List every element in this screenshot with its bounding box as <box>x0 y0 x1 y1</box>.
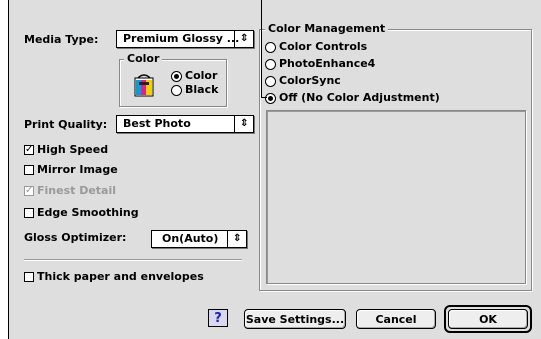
print-quality-popup[interactable]: Best Photo ⇕ <box>116 115 254 133</box>
color-controls-label: Color Controls <box>279 40 368 53</box>
save-settings-button[interactable]: Save Settings... <box>244 309 346 329</box>
finest-detail-checkbox[interactable]: ✓ <box>24 186 34 196</box>
ok-label: OK <box>479 312 497 326</box>
cancel-label: Cancel <box>375 312 417 326</box>
gloss-optimizer-value: On(Auto) <box>162 232 219 245</box>
mirror-image-checkbox[interactable] <box>24 165 34 175</box>
cancel-button[interactable]: Cancel <box>356 309 436 329</box>
edge-smoothing-checkbox[interactable] <box>24 208 34 218</box>
black-radio[interactable] <box>171 85 182 96</box>
edge-smoothing-label: Edge Smoothing <box>37 206 139 219</box>
thick-paper-label: Thick paper and envelopes <box>37 270 204 283</box>
high-speed-checkbox[interactable]: ✓ <box>24 145 34 155</box>
help-button[interactable]: ? <box>208 309 228 327</box>
thick-paper-checkbox[interactable] <box>24 272 34 282</box>
save-settings-label: Save Settings... <box>245 312 345 326</box>
media-type-value: Premium Glossy ... <box>123 32 240 45</box>
high-speed-label: High Speed <box>37 143 109 156</box>
callout-line-tick <box>261 97 267 98</box>
colorsync-radio[interactable] <box>265 76 276 87</box>
finest-detail-label: Finest Detail <box>37 184 117 197</box>
print-quality-value: Best Photo <box>123 117 191 130</box>
print-quality-label: Print Quality: <box>24 118 108 131</box>
updown-arrows-icon: ⇕ <box>227 231 246 247</box>
print-options-dialog: Media Type: Premium Glossy ... ⇕ Color C… <box>8 0 541 339</box>
ok-button[interactable]: OK <box>448 309 528 329</box>
no-color-adjustment-radio[interactable] <box>265 93 276 104</box>
colorsync-label: ColorSync <box>279 74 341 87</box>
gloss-optimizer-label: Gloss Optimizer: <box>24 231 127 244</box>
gloss-optimizer-popup[interactable]: On(Auto) ⇕ <box>151 230 247 248</box>
no-color-adjustment-label: Off (No Color Adjustment) <box>279 91 440 104</box>
separator <box>24 259 242 261</box>
question-mark-icon: ? <box>214 310 222 326</box>
mirror-image-label: Mirror Image <box>37 163 118 176</box>
callout-line <box>261 0 262 98</box>
color-radio[interactable] <box>171 71 182 82</box>
ink-cartridge-icon <box>133 72 155 98</box>
media-type-popup[interactable]: Premium Glossy ... ⇕ <box>116 30 254 48</box>
black-radio-label: Black <box>185 83 219 96</box>
updown-arrows-icon: ⇕ <box>234 116 253 132</box>
color-group-title: Color <box>124 52 163 65</box>
photoenhance-label: PhotoEnhance4 <box>279 57 376 70</box>
color-controls-radio[interactable] <box>265 42 276 53</box>
photoenhance-radio[interactable] <box>265 59 276 70</box>
color-radio-label: Color <box>185 69 218 82</box>
media-type-label: Media Type: <box>24 33 99 46</box>
updown-arrows-icon: ⇕ <box>234 31 253 47</box>
color-management-title: Color Management <box>265 22 389 35</box>
preview-area <box>266 110 526 284</box>
